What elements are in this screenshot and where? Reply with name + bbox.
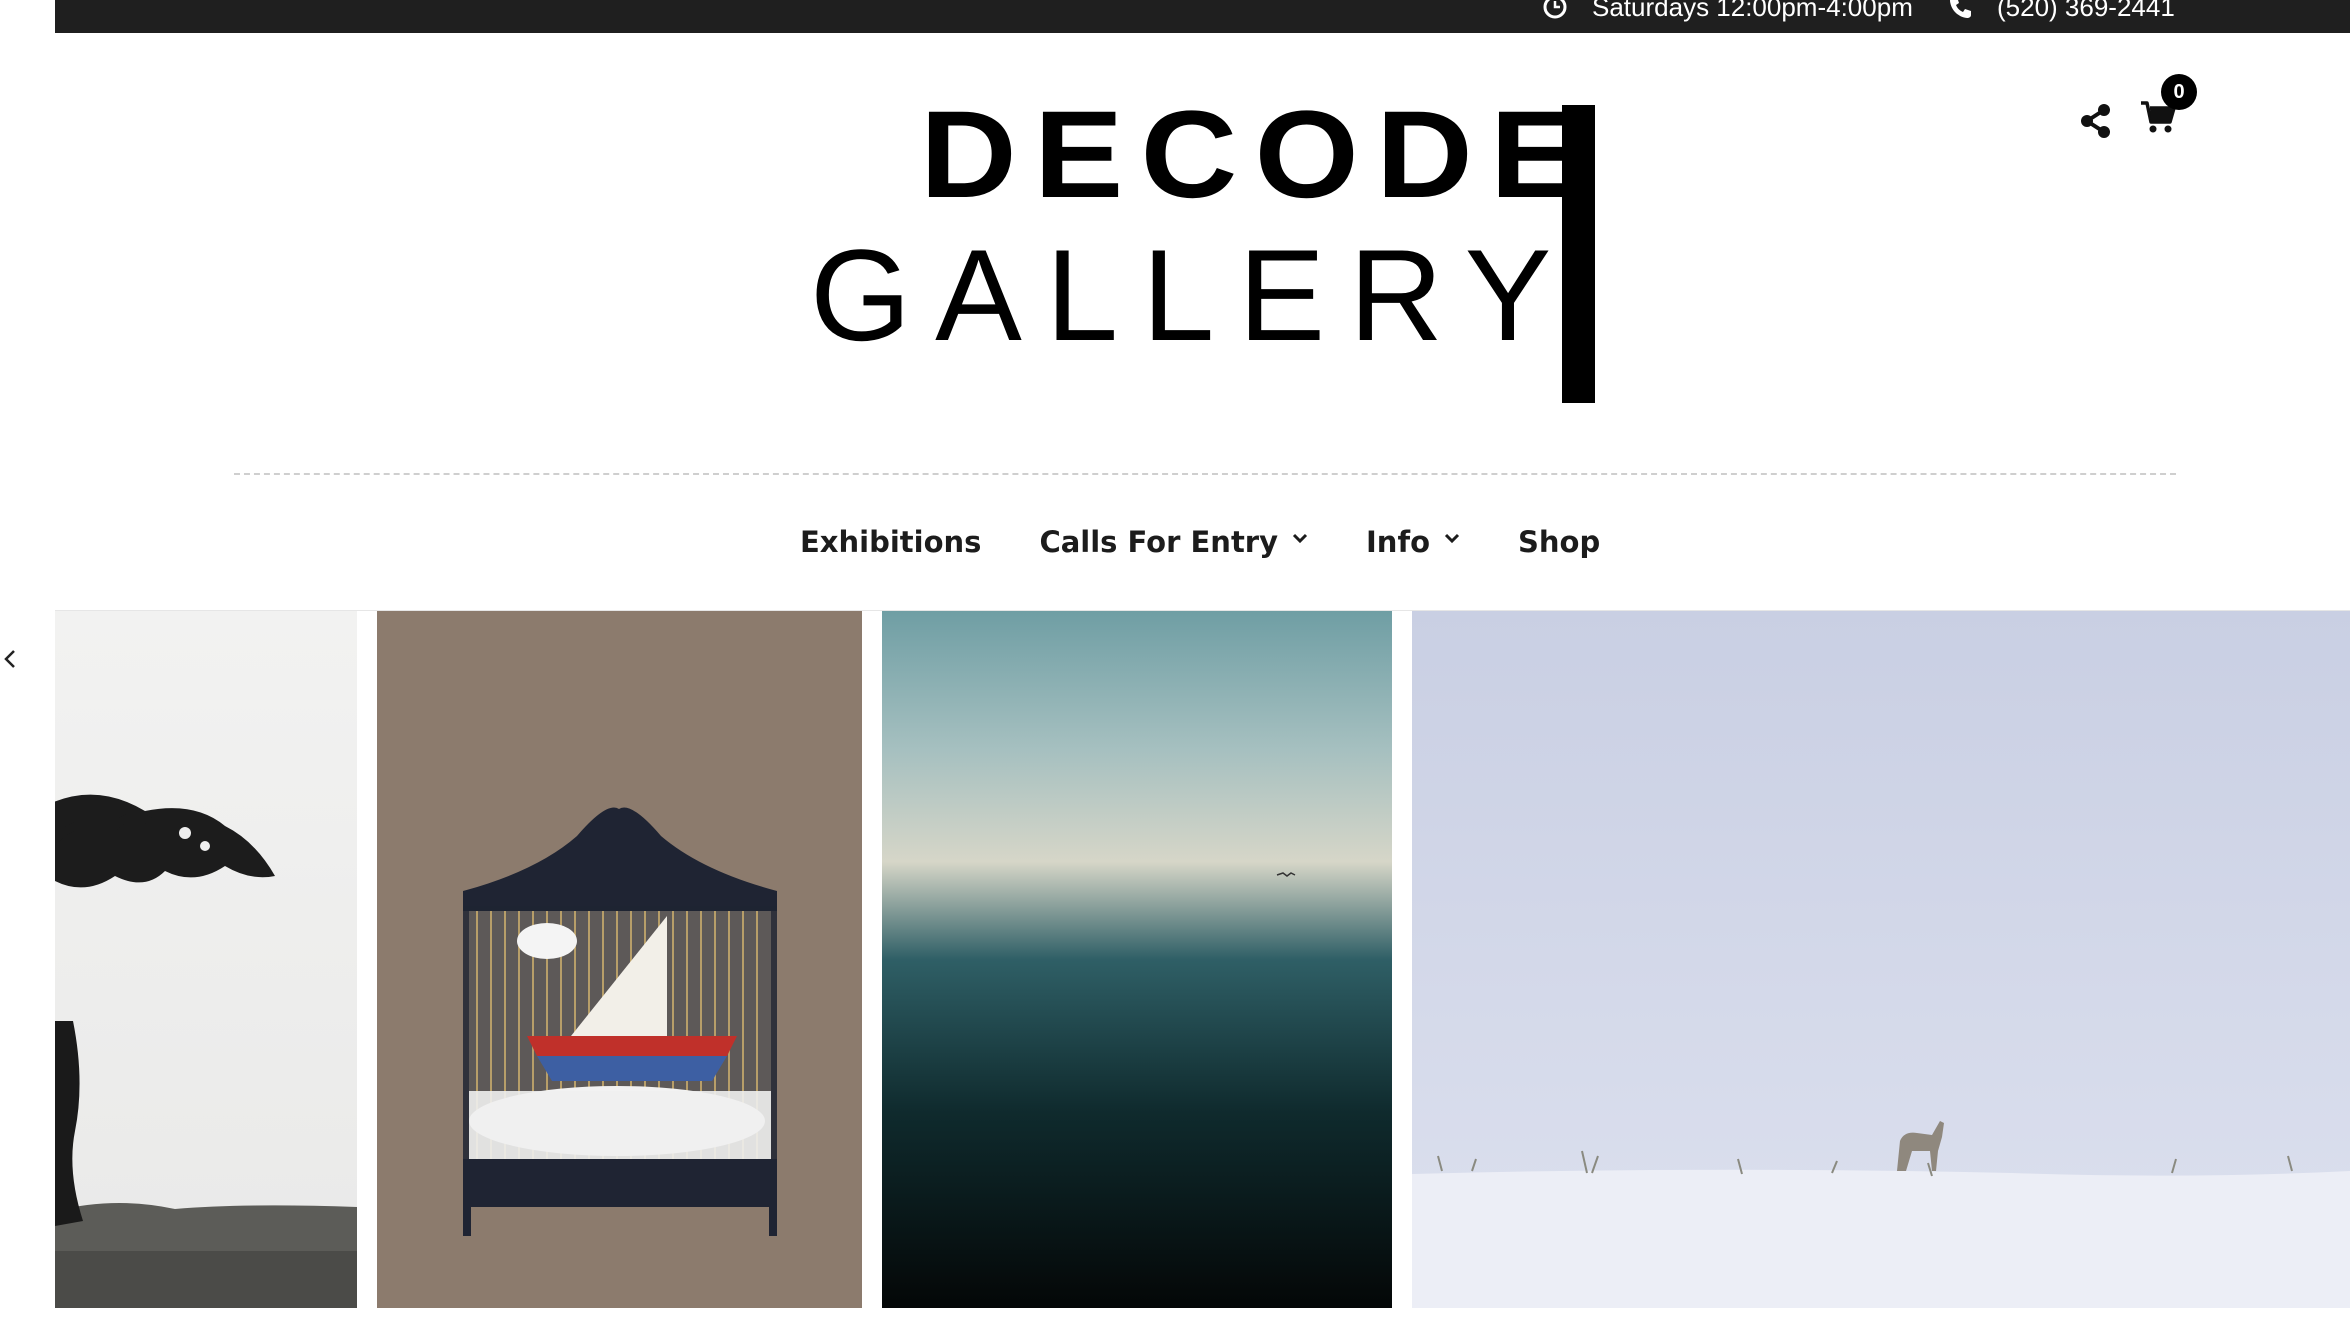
tree-photo (55, 611, 357, 1308)
nav-item-exhibitions[interactable]: Exhibitions (800, 525, 981, 559)
site-logo[interactable]: DECODE GALLERY (810, 86, 1600, 410)
slide-seascape-photo[interactable] (882, 611, 1392, 1308)
coyote-in-snow-photo (1412, 611, 2350, 1308)
chevron-left-icon[interactable] (0, 645, 20, 673)
hours-text: Saturdays 12:00pm-4:00pm (1592, 0, 1913, 22)
top-info-bar: Saturdays 12:00pm-4:00pm (520) 369-2441 (55, 0, 2350, 33)
nav-item-info[interactable]: Info (1366, 525, 1460, 559)
logo-gallery-text: GALLERY (810, 222, 1576, 368)
seascape-photo (882, 611, 1392, 1308)
nav-item-label: Info (1366, 525, 1430, 559)
hours-info: Saturdays 12:00pm-4:00pm (1542, 0, 1913, 22)
logo-decode-text: DECODE (920, 86, 1597, 224)
chevron-down-icon (1444, 533, 1460, 544)
header-actions (2078, 95, 2176, 145)
slide-coyote-in-snow-photo[interactable] (1412, 611, 2350, 1308)
nav-item-label: Exhibitions (800, 525, 982, 559)
image-slider (55, 610, 2350, 1308)
nav-item-shop[interactable]: Shop (1518, 525, 1600, 559)
phone-text[interactable]: (520) 369-2441 (1997, 0, 2175, 22)
main-nav: Exhibitions Calls For Entry Info Shop (800, 520, 1658, 564)
share-icon[interactable] (2078, 103, 2114, 139)
chevron-down-icon (1292, 533, 1308, 544)
phone-icon (1950, 0, 1971, 18)
phone-info[interactable]: (520) 369-2441 (1947, 0, 2175, 22)
header-divider (234, 473, 2176, 475)
slide-tree-photo[interactable] (55, 611, 357, 1308)
nav-item-calls-for-entry[interactable]: Calls For Entry (1039, 525, 1308, 559)
nav-item-label: Calls For Entry (1039, 525, 1279, 559)
cart-count-badge[interactable]: 0 (2161, 74, 2197, 110)
nav-item-label: Shop (1518, 525, 1601, 559)
logo-bar (1562, 105, 1595, 403)
slide-birdcage-sculpture[interactable] (377, 611, 862, 1308)
birdcage-sculpture (377, 611, 862, 1308)
clock-icon (1543, 0, 1567, 19)
